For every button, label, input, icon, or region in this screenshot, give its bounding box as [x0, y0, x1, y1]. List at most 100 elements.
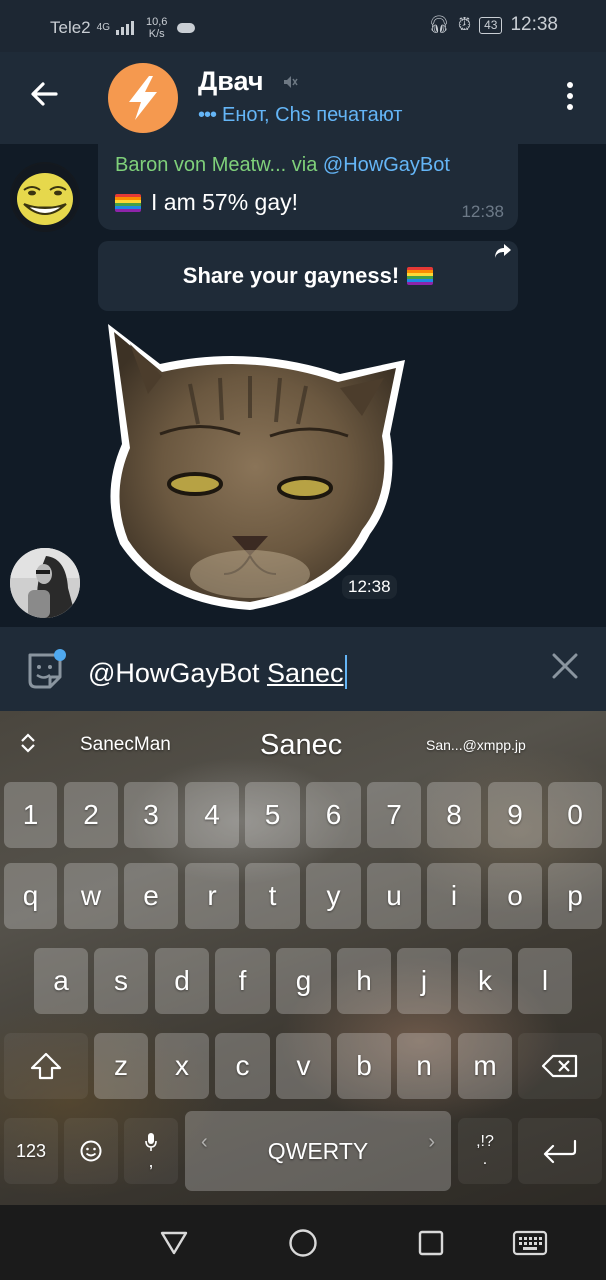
sticker-icon[interactable] [24, 649, 66, 691]
carrier-label: Tele2 [50, 18, 91, 37]
key-h[interactable]: h [337, 948, 391, 1014]
rainbow-flag-icon [115, 193, 141, 212]
key-9[interactable]: 9 [488, 782, 542, 848]
key-q[interactable]: q [4, 863, 57, 929]
enter-icon [543, 1139, 577, 1164]
key-8[interactable]: 8 [427, 782, 481, 848]
key-3[interactable]: 3 [124, 782, 178, 848]
status-left: Tele2 4G 10,6 K/s [50, 16, 196, 40]
enter-key[interactable] [518, 1118, 602, 1184]
shift-icon [30, 1052, 62, 1080]
key-t[interactable]: t [245, 863, 300, 929]
battery-indicator: 43 [479, 16, 503, 34]
network-type: 4G [96, 22, 110, 33]
punctuation-key[interactable]: ,!? . [458, 1118, 512, 1184]
key-p[interactable]: p [548, 863, 602, 929]
key-n[interactable]: n [397, 1033, 451, 1099]
key-k[interactable]: k [458, 948, 512, 1014]
key-a[interactable]: a [34, 948, 88, 1014]
text-caret [344, 655, 347, 689]
message-time: 12:38 [461, 202, 504, 221]
cat-sticker[interactable] [100, 324, 410, 614]
key-6[interactable]: 6 [306, 782, 361, 848]
key-e[interactable]: e [124, 863, 178, 929]
suggestion-1[interactable]: SanecMan [80, 711, 171, 779]
message-input[interactable]: @HowGayBot Sanec [88, 655, 347, 689]
clock: 12:38 [510, 14, 558, 35]
mute-icon [282, 74, 298, 94]
backspace-icon [541, 1054, 578, 1078]
user-avatar[interactable] [10, 548, 80, 618]
mic-icon [145, 1133, 157, 1151]
comma-mic-key[interactable]: , [124, 1118, 178, 1184]
troll-face-avatar[interactable] [10, 162, 80, 232]
nav-recents-icon[interactable] [415, 1227, 447, 1259]
key-y[interactable]: y [306, 863, 361, 929]
key-z[interactable]: z [94, 1033, 148, 1099]
key-5[interactable]: 5 [245, 782, 300, 848]
key-l[interactable]: l [518, 948, 572, 1014]
chat-area: Baron von Meatw... via @HowGayBot I am 5… [0, 144, 606, 627]
key-x[interactable]: x [155, 1033, 209, 1099]
key-f[interactable]: f [215, 948, 270, 1014]
nav-home-icon[interactable] [287, 1227, 319, 1259]
chevron-right-icon: › [428, 1131, 435, 1153]
symbols-key[interactable]: 123 [4, 1118, 58, 1184]
key-v[interactable]: v [276, 1033, 331, 1099]
status-bar: Tele2 4G 10,6 K/s 🎧︎ ⏰︎ 43 12:38 [0, 0, 606, 52]
more-vert-icon[interactable] [564, 82, 576, 110]
key-1[interactable]: 1 [4, 782, 57, 848]
emoji-icon [80, 1140, 102, 1162]
typing-status-text: Енот, Chs печатают [222, 104, 403, 126]
typing-dots-icon: ••• [198, 104, 217, 126]
typing-status: ••• Енот, Chs печатают [198, 104, 402, 127]
clear-icon[interactable] [552, 651, 578, 685]
message-composer: @HowGayBot Sanec [0, 627, 606, 711]
headphones-icon: 🎧︎ [428, 15, 450, 34]
network-speed: 10,6 K/s [145, 16, 168, 40]
suggestion-3[interactable]: San...@xmpp.jp [426, 711, 526, 779]
suggestion-bar: SanecMan Sanec San...@xmpp.jp [0, 711, 606, 779]
status-right: 🎧︎ ⏰︎ 43 12:38 [428, 14, 558, 36]
key-2[interactable]: 2 [64, 782, 118, 848]
back-arrow-icon[interactable] [28, 78, 68, 118]
alarm-icon: ⏰︎ [457, 15, 472, 34]
channel-avatar[interactable] [108, 63, 178, 133]
key-b[interactable]: b [337, 1033, 391, 1099]
key-o[interactable]: o [488, 863, 542, 929]
message-text: I am 57% gay! [115, 189, 298, 216]
key-r[interactable]: r [185, 863, 239, 929]
shift-key[interactable] [4, 1033, 88, 1099]
emoji-key[interactable] [64, 1118, 118, 1184]
key-d[interactable]: d [155, 948, 209, 1014]
key-u[interactable]: u [367, 863, 421, 929]
via-label: via [291, 154, 318, 176]
key-c[interactable]: c [215, 1033, 270, 1099]
backspace-key[interactable] [518, 1033, 602, 1099]
key-w[interactable]: w [64, 863, 118, 929]
chevron-left-icon: ‹ [201, 1131, 208, 1153]
sender-name[interactable]: Baron von Meatw... [115, 154, 286, 176]
share-icon [494, 243, 512, 264]
key-4[interactable]: 4 [185, 782, 239, 848]
lightning-icon [129, 76, 157, 120]
key-g[interactable]: g [276, 948, 331, 1014]
message-bubble[interactable]: Baron von Meatw... via @HowGayBot I am 5… [98, 144, 518, 230]
key-i[interactable]: i [427, 863, 481, 929]
nav-keyboard-icon[interactable] [512, 1227, 548, 1259]
rainbow-flag-icon [407, 267, 434, 285]
nav-back-icon[interactable] [158, 1227, 190, 1259]
suggestion-2[interactable]: Sanec [260, 711, 342, 779]
key-m[interactable]: m [458, 1033, 512, 1099]
key-7[interactable]: 7 [367, 782, 421, 848]
bot-username[interactable]: @HowGayBot [323, 154, 450, 176]
share-inline-button[interactable]: Share your gayness! [98, 241, 518, 311]
space-key[interactable]: ‹ QWERTY › [185, 1111, 451, 1191]
key-s[interactable]: s [94, 948, 148, 1014]
suggestion-toggle-icon[interactable] [18, 731, 38, 756]
channel-title[interactable]: Двач [198, 66, 264, 97]
cloud-icon [177, 23, 196, 33]
key-j[interactable]: j [397, 948, 451, 1014]
key-0[interactable]: 0 [548, 782, 602, 848]
sticker-time: 12:38 [342, 575, 397, 599]
